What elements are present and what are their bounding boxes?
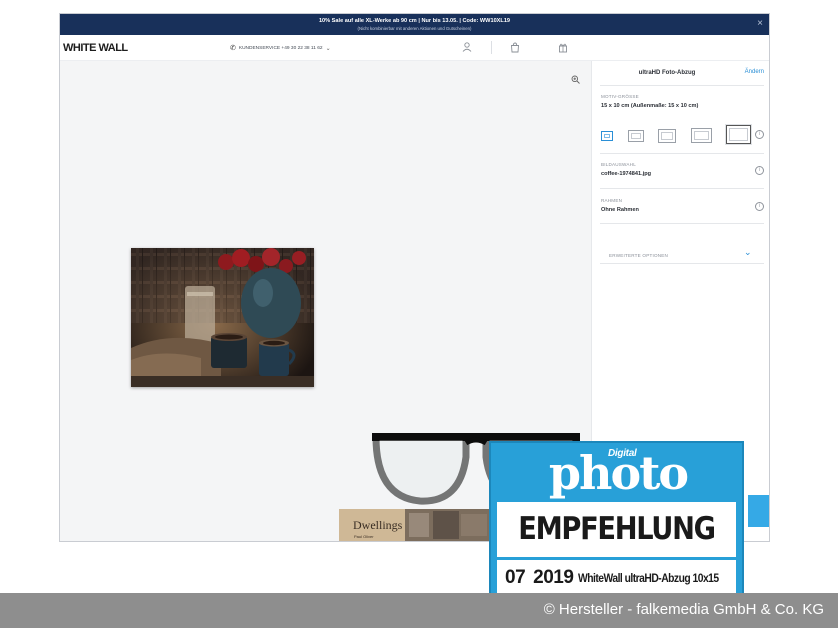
size-option-5[interactable]	[726, 125, 751, 144]
award-badge: photo Digital EMPFEHLUNG 07 2019 WhiteWa…	[489, 441, 744, 602]
size-option-4[interactable]	[691, 128, 712, 143]
product-title: ultraHD Foto-Abzug	[638, 70, 696, 76]
divider	[600, 188, 764, 189]
credit-bar: © Hersteller - falkemedia GmbH & Co. KG	[0, 593, 838, 628]
change-product-link[interactable]: Ändern	[745, 69, 764, 75]
chevron-down-icon[interactable]: ⌄	[744, 247, 752, 258]
image-label: BILDAUSWAHL	[601, 162, 636, 167]
size-info-icon[interactable]: i	[755, 130, 764, 139]
badge-product: WhiteWall ultraHD-Abzug 10x15	[578, 571, 720, 585]
image-credit: © Hersteller - falkemedia GmbH & Co. KG	[543, 601, 824, 618]
size-label: MOTIV-GRÖSSE	[601, 94, 639, 99]
promo-banner[interactable]: 10% Sale auf alle XL-Werke ab 90 cm | Nu…	[60, 14, 769, 35]
stage: 10% Sale auf alle XL-Werke ab 90 cm | Nu…	[0, 0, 838, 628]
size-option-1[interactable]	[601, 131, 613, 141]
product-photo	[131, 248, 314, 387]
badge-magazine-prefix: Digital	[608, 448, 637, 459]
site-header: WHITE WALL ✆ KUNDENSERVICE +49 30 22 38 …	[60, 35, 769, 61]
badge-title: EMPFEHLUNG	[518, 511, 716, 547]
book-author: Paul Oliver	[354, 534, 374, 539]
badge-issue: 07	[505, 567, 526, 588]
size-value: 15 x 10 cm (Außenmaße: 15 x 10 cm)	[601, 103, 699, 109]
promo-text: 10% Sale auf alle XL-Werke ab 90 cm | Nu…	[318, 18, 511, 24]
size-option-3[interactable]	[658, 129, 676, 143]
badge-footer: 07 2019 WhiteWall ultraHD-Abzug 10x15	[497, 560, 736, 596]
badge-title-box: EMPFEHLUNG	[497, 502, 736, 557]
gift-icon[interactable]	[556, 40, 570, 54]
close-icon[interactable]: ×	[757, 18, 763, 30]
book-stack: Dwellings Paul Oliver	[339, 507, 490, 541]
divider	[600, 85, 764, 86]
logo[interactable]: WHITE WALL	[63, 42, 128, 54]
bag-icon[interactable]	[508, 40, 522, 54]
divider	[600, 153, 764, 154]
advanced-options[interactable]: ERWEITERTE OPTIONEN	[609, 253, 668, 258]
frame-info-icon[interactable]: i	[755, 202, 764, 211]
book-title: Dwellings	[353, 518, 403, 532]
phone-icon: ✆	[230, 45, 236, 52]
image-info-icon[interactable]: i	[755, 166, 764, 175]
promo-subtext: (Nicht kombinierbar mit anderen Aktionen…	[357, 26, 472, 31]
badge-year: 2019	[533, 567, 574, 588]
chevron-down-icon: ⌄	[325, 45, 331, 52]
header-divider	[491, 41, 492, 54]
hotline-dropdown[interactable]: ✆ KUNDENSERVICE +49 30 22 38 11 62 ⌄	[230, 44, 331, 52]
hotline-text: KUNDENSERVICE +49 30 22 38 11 62	[238, 45, 323, 51]
size-option-2[interactable]	[628, 130, 644, 142]
divider	[600, 223, 764, 224]
add-to-cart-button[interactable]	[748, 495, 769, 527]
account-icon[interactable]	[460, 40, 474, 54]
image-value: coffee-1974841.jpg	[601, 171, 652, 177]
divider	[600, 263, 764, 264]
zoom-icon[interactable]	[571, 71, 580, 89]
frame-value: Ohne Rahmen	[601, 207, 639, 213]
frame-label: RAHMEN	[601, 198, 623, 203]
